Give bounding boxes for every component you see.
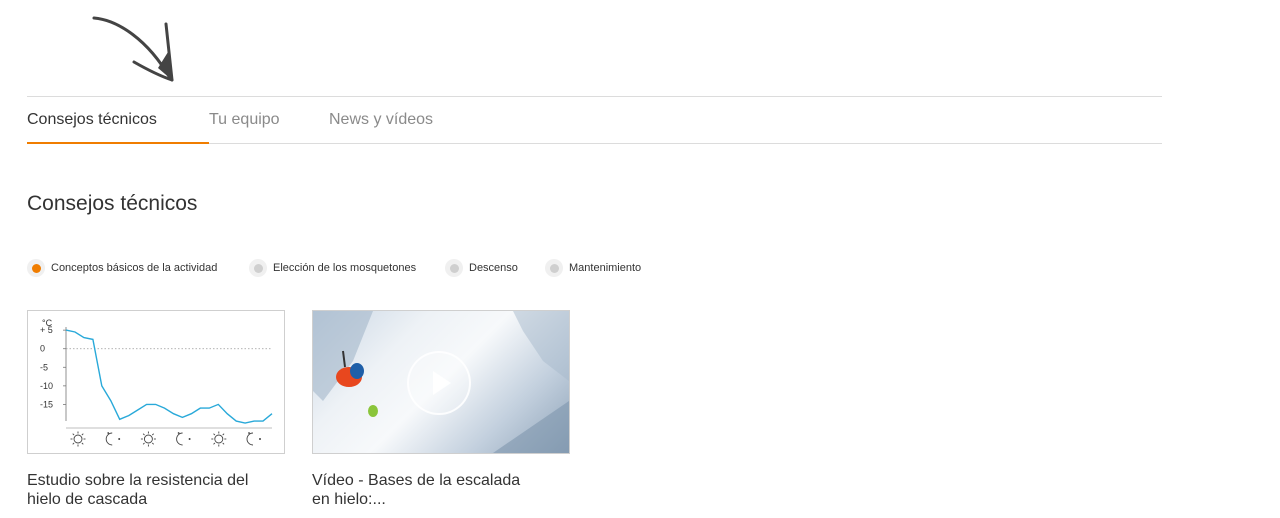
filter-mantenimiento[interactable]: Mantenimiento [545, 258, 641, 278]
filter-descenso[interactable]: Descenso [445, 258, 518, 278]
tab-bar: Consejos técnicos Tu equipo News y vídeo… [27, 96, 1162, 144]
star-dot [107, 432, 110, 434]
sun-ray [72, 433, 75, 436]
y-tick-label: 0 [40, 344, 45, 354]
sun-icon [73, 434, 83, 444]
play-icon[interactable] [407, 351, 471, 415]
sun-ray [151, 442, 155, 445]
filter-eleccion-mosquetones[interactable]: Elección de los mosquetones [249, 258, 416, 278]
sun-ray [142, 433, 145, 436]
sun-ray [81, 433, 84, 436]
star-dot [259, 438, 261, 440]
section-title: Consejos técnicos [27, 192, 198, 215]
radio-unselected-icon [445, 259, 463, 277]
card-title: Vídeo - Bases de la escalada en hielo:..… [312, 472, 521, 508]
sun-ray [142, 442, 145, 445]
moon-icon [246, 432, 254, 446]
card-estudio-hielo[interactable]: °C + 5 0 -5 -10 -15 Estudio sobre la resisten… [27, 310, 285, 508]
temperature-chart: °C+ 50-5-10-15 [40, 318, 273, 447]
tab-consejos-tecnicos[interactable]: Consejos técnicos [27, 97, 157, 144]
y-tick-label: -10 [40, 381, 53, 391]
sun-ray [151, 433, 155, 436]
card-thumbnail [312, 310, 570, 454]
star-dot [177, 432, 180, 434]
radio-selected-icon [27, 259, 45, 277]
sun-ray [72, 442, 75, 445]
hand-drawn-arrow [92, 16, 174, 82]
card-title: Estudio sobre la resistencia del hielo d… [27, 472, 249, 508]
card-thumbnail: °C + 5 0 -5 -10 -15 [27, 310, 285, 454]
active-tab-indicator [27, 142, 209, 144]
filter-conceptos-basicos[interactable]: Conceptos básicos de la actividad [27, 258, 217, 278]
moon-icon [176, 432, 183, 446]
sun-ray [213, 442, 216, 445]
filter-label: Elección de los mosquetones [273, 262, 417, 274]
sun-ray [222, 442, 225, 445]
sun-ray [213, 433, 216, 436]
sun-ray [81, 442, 84, 445]
card-video-escalada[interactable]: Vídeo - Bases de la escalada en hielo:..… [312, 310, 570, 508]
tab-news-y-videos[interactable]: News y vídeos [329, 97, 433, 144]
filter-label: Mantenimiento [569, 262, 642, 274]
radio-unselected-icon [545, 259, 563, 277]
y-tick-label: + 5 [40, 325, 53, 335]
y-tick-label: -15 [40, 399, 53, 409]
star-dot [248, 432, 250, 434]
star-dot [118, 438, 121, 440]
moon-icon [105, 432, 113, 446]
radio-unselected-icon [249, 259, 267, 277]
temperature-line [65, 329, 273, 424]
y-tick-label: -5 [40, 362, 48, 372]
tab-tu-equipo[interactable]: Tu equipo [209, 97, 280, 144]
filter-label: Descenso [469, 262, 518, 274]
filter-label: Conceptos básicos de la actividad [51, 262, 218, 274]
sun-icon [143, 434, 153, 444]
sun-ray [222, 433, 225, 436]
sun-icon [214, 434, 224, 444]
star-dot [188, 438, 191, 440]
